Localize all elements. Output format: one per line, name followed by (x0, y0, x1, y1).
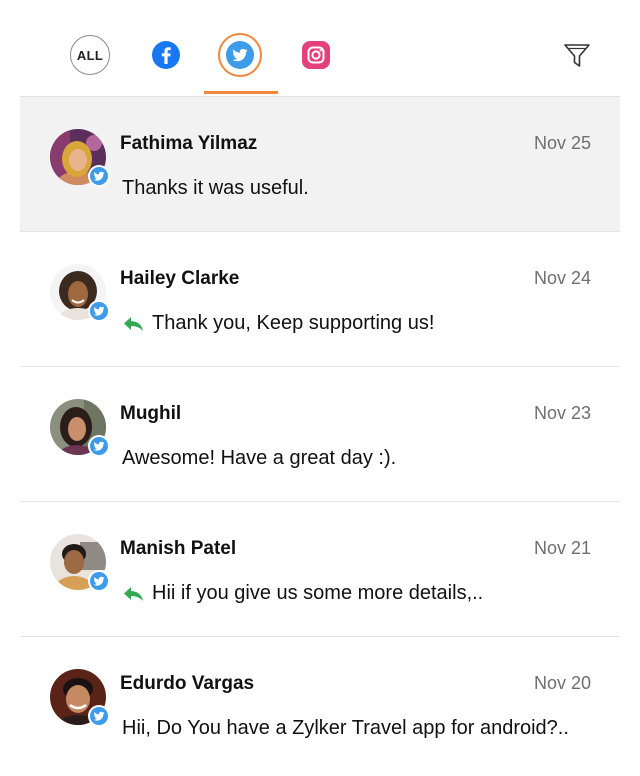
avatar-container (50, 129, 110, 187)
facebook-icon (152, 41, 180, 69)
sender-name: Fathima Yilmaz (120, 133, 258, 154)
tab-all[interactable]: ALL (68, 33, 112, 77)
message-date: Nov 24 (533, 268, 591, 288)
message-date: Nov 21 (533, 538, 591, 558)
avatar-container (50, 669, 110, 727)
twitter-badge-icon (88, 705, 110, 727)
twitter-badge-icon (88, 570, 110, 592)
twitter-badge-icon (88, 435, 110, 457)
filter-icon (564, 44, 590, 67)
message-preview: Thanks it was useful. (122, 177, 592, 200)
list-item[interactable]: Hailey Clarke Nov 24 Thank you, Keep sup… (20, 232, 620, 367)
active-tab-ring (218, 33, 262, 77)
message-preview: Hii, Do You have a Zylker Travel app for… (122, 717, 592, 740)
message-date: Nov 25 (533, 133, 591, 153)
tab-twitter[interactable] (218, 33, 262, 77)
message-preview: Awesome! Have a great day :). (122, 447, 592, 470)
list-item[interactable]: Edurdo Vargas Nov 20 Hii, Do You have a … (20, 637, 620, 771)
reply-icon (122, 584, 146, 604)
avatar-container (50, 264, 110, 322)
list-item[interactable]: Fathima Yilmaz Nov 25 Thanks it was usef… (20, 97, 620, 232)
avatar-container (50, 399, 110, 457)
message-date: Nov 20 (533, 673, 591, 693)
avatar-container (50, 534, 110, 592)
active-tab-indicator (204, 91, 278, 94)
tab-instagram[interactable] (294, 33, 338, 77)
list-item[interactable]: Manish Patel Nov 21 Hii if you give us s… (20, 502, 620, 637)
tab-all-label: ALL (76, 47, 104, 63)
network-filter-bar: ALL (20, 0, 620, 97)
list-item[interactable]: Mughil Nov 23 Awesome! Have a great day … (20, 367, 620, 502)
message-text: Hii, Do You have a Zylker Travel app for… (122, 717, 569, 739)
sender-name: Mughil (120, 403, 182, 424)
message-text: Hii if you give us some more details,.. (152, 582, 484, 604)
filter-button[interactable] (560, 38, 594, 72)
twitter-badge-icon (88, 300, 110, 322)
tab-facebook[interactable] (144, 33, 188, 77)
sender-name: Edurdo Vargas (120, 673, 255, 694)
sender-name: Manish Patel (120, 538, 237, 559)
message-preview: Hii if you give us some more details,.. (122, 582, 592, 605)
sender-name: Hailey Clarke (120, 268, 240, 289)
twitter-icon (226, 41, 254, 69)
message-preview: Thank you, Keep supporting us! (122, 312, 592, 335)
reply-icon (122, 314, 146, 334)
message-date: Nov 23 (533, 403, 591, 423)
message-text: Awesome! Have a great day :). (122, 447, 397, 469)
conversation-panel: ALL Fathima Yilmaz Nov 25 Thanks it was … (0, 0, 640, 776)
conversation-list: Fathima Yilmaz Nov 25 Thanks it was usef… (20, 97, 620, 771)
message-text: Thank you, Keep supporting us! (152, 312, 435, 334)
message-text: Thanks it was useful. (122, 177, 309, 199)
instagram-icon (302, 41, 330, 69)
twitter-badge-icon (88, 165, 110, 187)
all-icon: ALL (70, 35, 110, 75)
